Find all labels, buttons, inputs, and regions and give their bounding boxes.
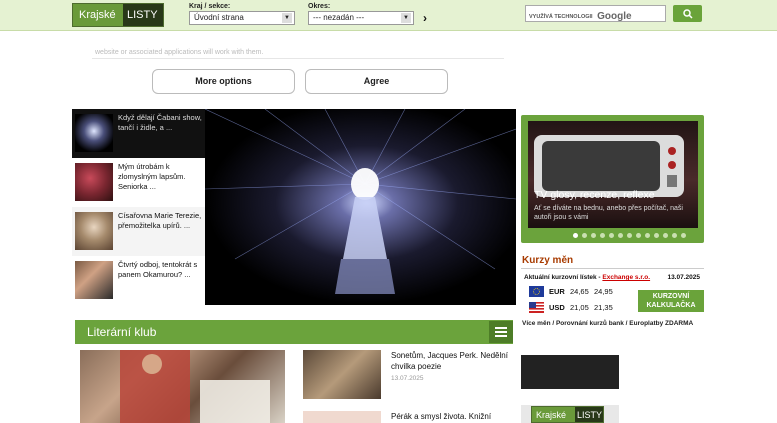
slider-thumb <box>75 114 113 152</box>
slider-item[interactable]: Když dělají Čabani show, tančí i židle, … <box>72 109 205 158</box>
rate-buy: 21,05 <box>570 303 589 312</box>
rates-date: 13.07.2025 <box>667 274 700 281</box>
calc-label-line1: KURZOVNÍ <box>652 293 690 300</box>
carousel-dot[interactable] <box>645 233 650 238</box>
stage-light-image <box>205 109 516 294</box>
carousel-dot[interactable] <box>582 233 587 238</box>
eu-flag-icon <box>529 286 544 297</box>
currency-calculator-button[interactable]: KURZOVNÍ KALKULAČKA <box>638 290 704 312</box>
article-title[interactable]: Sonetům, Jacques Perk. Nedělní chvilka p… <box>391 350 509 372</box>
okres-label: Okres: <box>308 3 331 10</box>
slider-items: Když dělají Čabani show, tančí i židle, … <box>72 109 205 305</box>
rates-subtitle-prefix: Aktuální kurzovní lístek - <box>524 274 601 281</box>
logo-part1: Krajské <box>73 4 123 26</box>
footer-logo[interactable]: Krajské LISTY <box>531 406 604 423</box>
site-logo[interactable]: Krajské LISTY <box>72 3 164 27</box>
slider-item-text: Čtvrtý odboj, tentokrát s panem Okamurou… <box>118 260 198 279</box>
slider-item-text: Když dělají Čabani show, tančí i židle, … <box>118 113 202 132</box>
carousel-dot[interactable] <box>627 233 632 238</box>
carousel-dot[interactable] <box>663 233 668 238</box>
divider <box>521 268 704 269</box>
kraj-label: Kraj / sekce: <box>189 3 231 10</box>
carousel-dot[interactable] <box>636 233 641 238</box>
slider-item-text: Mým útrobám k zlomyslným lapsům. Seniork… <box>118 162 186 191</box>
slider-item-text: Císařovna Marie Terezie, přemožitelka up… <box>118 211 202 230</box>
menu-icon[interactable] <box>489 321 513 343</box>
slider-thumb <box>75 261 113 299</box>
chevron-down-icon: ▼ <box>401 13 411 23</box>
carousel-dot[interactable] <box>654 233 659 238</box>
logo-part2: LISTY <box>575 407 603 422</box>
article-title[interactable]: Pérák a smysl života. Knižní <box>391 411 509 422</box>
slider-item[interactable]: Mým útrobám k zlomyslným lapsům. Seniork… <box>72 158 205 207</box>
carousel-dot[interactable] <box>573 233 578 238</box>
rate-row-eur: EUR 24,65 24,95 <box>529 286 629 298</box>
go-arrow-button[interactable]: › <box>423 11 427 25</box>
slider-thumb <box>75 163 113 201</box>
featured-article-photo[interactable] <box>80 350 285 423</box>
carousel-dot[interactable] <box>609 233 614 238</box>
ad-banner[interactable] <box>521 355 619 389</box>
rate-currency: USD <box>549 303 565 312</box>
chevron-down-icon: ▼ <box>282 13 292 23</box>
search-powered-by: VYUŽÍVÁ TECHNOLOGII <box>529 14 593 20</box>
tv-promo-title: TV glosy, recenze, reflexe <box>534 189 655 201</box>
article-thumb[interactable] <box>303 411 381 423</box>
logo-part1: Krajské <box>532 407 575 422</box>
carousel-dot[interactable] <box>672 233 677 238</box>
calc-label-line2: KALKULAČKA <box>646 302 696 309</box>
article-date: 13.07.2025 <box>391 375 424 382</box>
rate-row-usd: USD 21,05 21,35 <box>529 302 629 314</box>
consent-divider <box>92 58 504 59</box>
kraj-select[interactable]: Úvodní strana ▼ <box>189 11 295 25</box>
kraj-select-value: Úvodní strana <box>194 13 244 22</box>
carousel-dot[interactable] <box>600 233 605 238</box>
okres-select[interactable]: --- nezadán --- ▼ <box>308 11 414 25</box>
more-options-button[interactable]: More options <box>152 69 295 94</box>
carousel-dot[interactable] <box>681 233 686 238</box>
rate-sell: 21,35 <box>594 303 613 312</box>
agree-button[interactable]: Agree <box>305 69 448 94</box>
google-brand: Google <box>597 11 632 22</box>
okres-select-value: --- nezadán --- <box>313 13 365 22</box>
rate-sell: 24,95 <box>594 287 613 296</box>
consent-text: website or associated applications will … <box>95 49 264 56</box>
slider-item[interactable]: Císařovna Marie Terezie, přemožitelka up… <box>72 207 205 256</box>
exchange-source-link[interactable]: Exchange s.r.o. <box>602 274 650 281</box>
carousel-dot[interactable] <box>591 233 596 238</box>
us-flag-icon <box>529 302 544 313</box>
search-icon <box>682 9 693 19</box>
carousel-dot[interactable] <box>618 233 623 238</box>
logo-part2: LISTY <box>123 4 163 26</box>
rates-subtitle: Aktuální kurzovní lístek - Exchange s.r.… <box>524 274 704 281</box>
tv-promo-text: Ať se díváte na bednu, anebo přes počíta… <box>534 205 683 221</box>
slider-main-photo[interactable] <box>205 109 516 305</box>
tv-carousel-dots[interactable] <box>573 233 686 238</box>
rate-buy: 24,65 <box>570 287 589 296</box>
section-title[interactable]: Literární klub <box>87 325 156 339</box>
currency-rates-title: Kurzy měn <box>522 255 574 266</box>
currency-links[interactable]: Více měn / Porovnání kurzů bank / Europl… <box>522 320 693 327</box>
rate-currency: EUR <box>549 287 565 296</box>
article-thumb[interactable] <box>303 350 381 399</box>
people-photo <box>120 350 270 423</box>
search-button[interactable] <box>673 5 702 22</box>
slider-thumb <box>75 212 113 250</box>
search-input[interactable]: VYUŽÍVÁ TECHNOLOGII Google <box>525 5 666 22</box>
slider-item[interactable]: Čtvrtý odboj, tentokrát s panem Okamurou… <box>72 256 205 305</box>
